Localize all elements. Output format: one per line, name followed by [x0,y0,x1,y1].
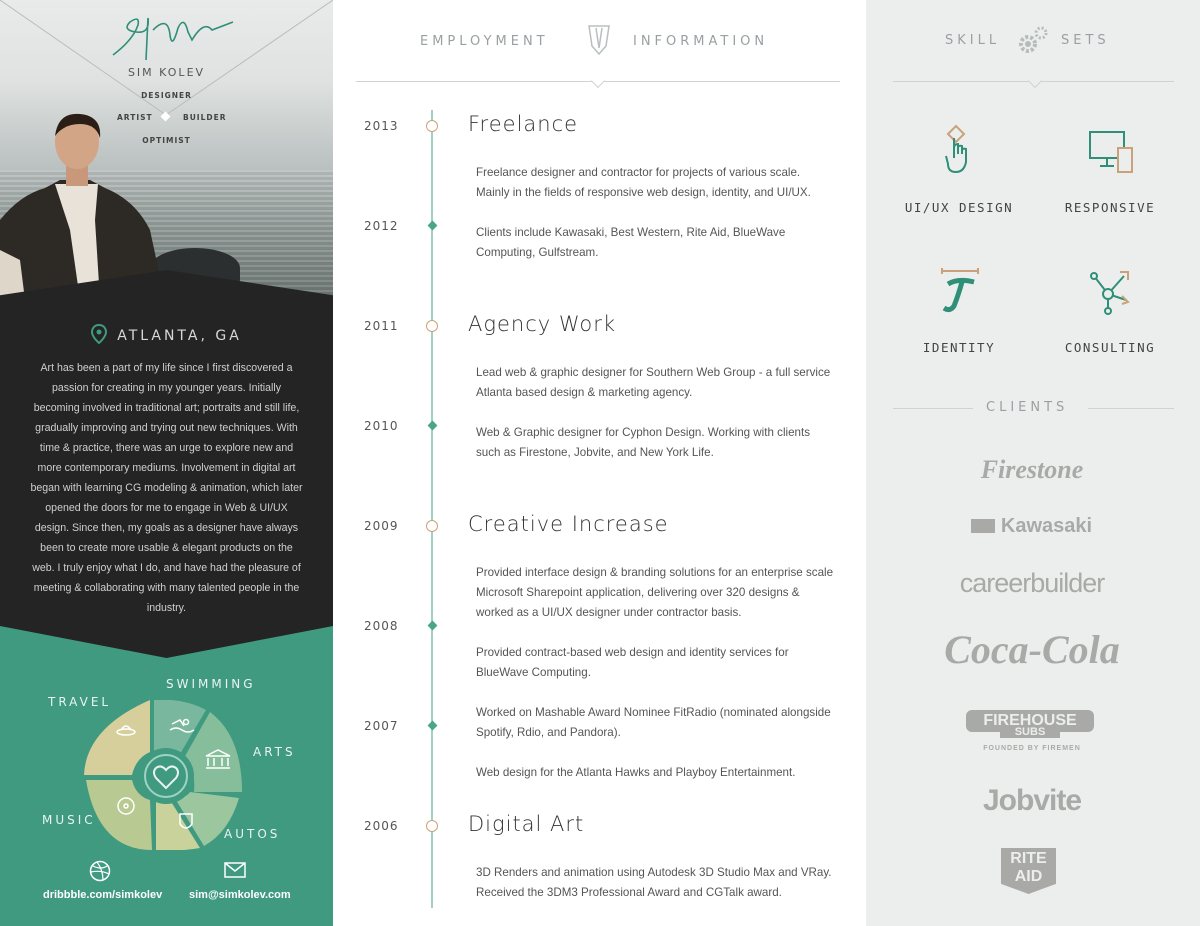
job-description: Provided interface design & branding sol… [476,566,834,619]
timeline-node [426,120,438,132]
year-label: 2006 [364,819,399,833]
bio-text: Art has been a part of my life since I f… [30,362,303,614]
mail-icon [224,862,246,878]
job-description: Worked on Mashable Award Nominee FitRadi… [476,706,831,739]
client-logo-cocacola: Coca-Cola [944,627,1120,672]
email-link[interactable]: sim@simkolev.com [189,889,291,901]
client-logo-kawasaki: Kawasaki [964,515,1099,538]
hobbies-wheel [84,700,242,850]
year-label: 2008 [364,619,399,633]
role-designer: DESIGNER [141,91,192,100]
year-label: 2012 [364,219,399,233]
client-logo-riteaid-bottom: AID [1014,868,1043,885]
dribbble-user: simkolev [115,889,163,901]
hobby-arts-label: ARTS [253,745,296,759]
client-logo-firehouse-subs: SUBS [1000,726,1060,738]
job-description: Lead web & graphic designer for Southern… [476,366,831,399]
hand-pointer-icon [945,124,967,174]
signature-logo [112,17,234,61]
dribbble-link[interactable]: dribbble.com/simkolev [43,889,162,901]
clients-divider-left [893,408,973,409]
job-title: Freelance [468,112,579,136]
hobby-swimming-label: SWIMMING [166,677,256,691]
skill-label-consulting: CONSULTING [1064,340,1156,355]
responsive-devices-icon [1089,131,1133,173]
job-title: Digital Art [468,812,585,836]
client-logo-firestone: Firestone [980,455,1084,484]
client-logo-jobvite: Jobvite [982,784,1082,817]
timeline-node [426,820,438,832]
dribbble-prefix: dribbble.com/ [43,889,116,901]
job-description: Web & Graphic designer for Cyphon Design… [476,426,811,459]
timeline-node [426,520,438,532]
wheel-segment-travel [84,700,150,775]
client-logo-riteaid-top: RITE [1010,850,1047,867]
employment-heading-right: INFORMATION [633,34,769,49]
year-label: 2010 [364,419,399,433]
location-text: ATLANTA, GA [117,328,242,344]
year-label: 2009 [364,519,399,533]
profile-name: SIM KOLEV [127,66,206,79]
kawasaki-emblem-icon [970,519,995,533]
profile-sidebar: SIM KOLEV DESIGNER ARTIST BUILDER OPTIMI… [0,0,333,926]
location: ATLANTA, GA [0,324,333,344]
timeline-node [426,320,438,332]
year-label: 2011 [364,319,399,333]
skill-label-uiux: UI/UX DESIGN [904,200,1014,215]
skill-label-responsive: RESPONSIVE [1064,200,1156,215]
clients-heading: CLIENTS [986,400,1069,415]
job-description: Clients include Kawasaki, Best Western, … [476,226,786,259]
role-optimist: OPTIMIST [142,136,191,145]
job-description: 3D Renders and animation using Autodesk … [476,866,832,899]
tie-emblem-icon [588,25,610,56]
job-title: Creative Increase [468,512,669,536]
role-builder: BUILDER [183,113,227,122]
job-description: Web design for the Atlanta Hawks and Pla… [476,766,796,779]
client-logo-careerbuilder: careerbuilder [959,568,1106,598]
map-pin-icon [91,324,108,344]
client-logo-kawasaki-text: Kawasaki [1000,515,1093,537]
network-icon [1090,271,1130,315]
clients-divider-right [1088,408,1174,409]
job-title: Agency Work [468,312,617,336]
employment-column [333,0,866,926]
year-label: 2007 [364,719,399,733]
job-description: Freelance designer and contractor for pr… [476,166,811,199]
gears-icon [1019,26,1048,53]
employment-heading-left: EMPLOYMENT [420,34,549,49]
role-artist: ARTIST [117,113,153,122]
skill-label-identity: IDENTITY [922,340,996,355]
skills-heading-right: SETS [1061,33,1110,48]
dribbble-icon [89,860,111,882]
job-description: Provided contract-based web design and i… [476,646,789,679]
skills-heading-left: SKILL [945,33,1001,48]
typography-icon [941,268,979,313]
client-logo-firehouse-tagline: FOUNDED BY FIREMEN [983,745,1081,752]
year-label: 2013 [364,119,399,133]
